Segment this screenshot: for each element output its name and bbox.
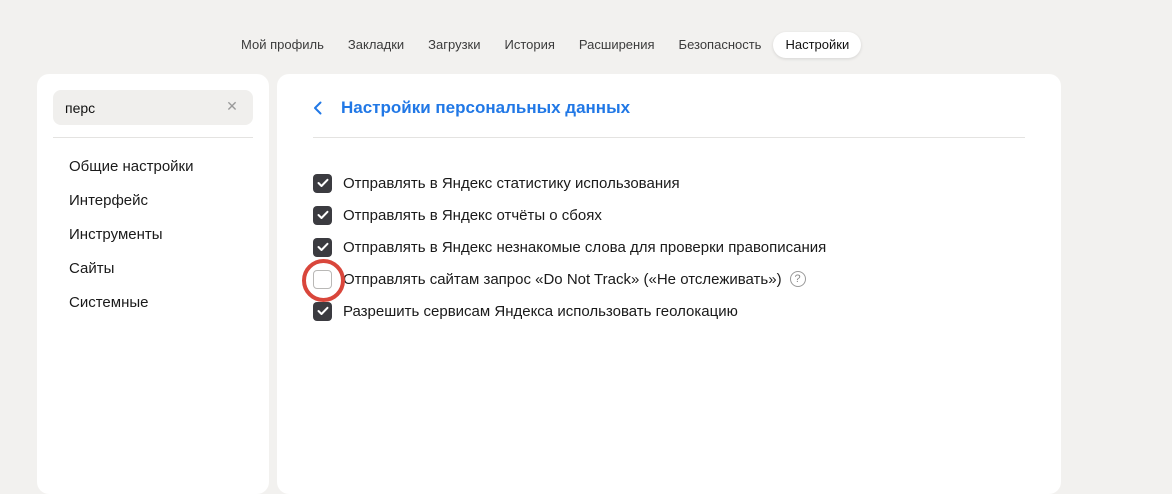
options-list: Отправлять в Яндекс статистику использов… <box>302 167 826 327</box>
nav-tab-bookmarks[interactable]: Закладки <box>336 32 416 58</box>
chevron-left-icon[interactable] <box>313 100 325 116</box>
settings-sidebar: ✕ Общие настройки Интерфейс Инструменты … <box>37 74 269 494</box>
search-input[interactable] <box>65 99 215 116</box>
sidebar-list: Общие настройки Интерфейс Инструменты Са… <box>69 157 194 327</box>
header-divider <box>313 137 1025 138</box>
nav-tab-profile[interactable]: Мой профиль <box>229 32 336 58</box>
option-send-usage-stats[interactable]: Отправлять в Яндекс статистику использов… <box>313 167 826 199</box>
checkbox-unchecked[interactable] <box>302 258 345 302</box>
checkbox-checked[interactable] <box>313 173 332 193</box>
top-navigation: Мой профиль Закладки Загрузки История Ра… <box>0 31 1172 59</box>
sidebar-item-tools[interactable]: Инструменты <box>69 225 194 259</box>
checkbox-checked[interactable] <box>313 205 332 225</box>
option-allow-geolocation[interactable]: Разрешить сервисам Яндекса использовать … <box>313 295 826 327</box>
settings-search: ✕ <box>53 90 253 125</box>
option-label: Отправлять сайтам запрос «Do Not Track» … <box>343 270 782 288</box>
sidebar-item-sites[interactable]: Сайты <box>69 259 194 293</box>
sidebar-item-general[interactable]: Общие настройки <box>69 157 194 191</box>
option-send-spellcheck-words[interactable]: Отправлять в Яндекс незнакомые слова для… <box>313 231 826 263</box>
option-label: Отправлять в Яндекс отчёты о сбоях <box>343 206 602 224</box>
settings-main-panel: Настройки персональных данных Отправлять… <box>277 74 1061 494</box>
check-icon <box>317 178 328 187</box>
sidebar-item-interface[interactable]: Интерфейс <box>69 191 194 225</box>
page-header: Настройки персональных данных <box>313 96 630 120</box>
check-icon <box>317 210 328 219</box>
sidebar-item-system[interactable]: Системные <box>69 293 194 327</box>
option-send-crash-reports[interactable]: Отправлять в Яндекс отчёты о сбоях <box>313 199 826 231</box>
sidebar-divider <box>53 137 253 138</box>
help-icon[interactable]: ? <box>789 271 806 287</box>
nav-tab-extensions[interactable]: Расширения <box>567 32 667 58</box>
nav-tab-history[interactable]: История <box>493 32 567 58</box>
option-label: Отправлять в Яндекс статистику использов… <box>343 174 680 192</box>
nav-tab-downloads[interactable]: Загрузки <box>416 32 492 58</box>
nav-tab-settings[interactable]: Настройки <box>773 32 862 58</box>
check-icon <box>317 242 328 251</box>
page-title: Настройки персональных данных <box>341 98 631 117</box>
checkbox-checked[interactable] <box>313 301 332 321</box>
option-label: Разрешить сервисам Яндекса использовать … <box>343 302 738 320</box>
checkbox-checked[interactable] <box>313 237 332 257</box>
close-icon[interactable]: ✕ <box>225 99 239 113</box>
option-do-not-track[interactable]: Отправлять сайтам запрос «Do Not Track» … <box>302 258 826 302</box>
nav-tab-security[interactable]: Безопасность <box>667 32 774 58</box>
option-label: Отправлять в Яндекс незнакомые слова для… <box>343 238 827 256</box>
check-icon <box>317 306 328 315</box>
